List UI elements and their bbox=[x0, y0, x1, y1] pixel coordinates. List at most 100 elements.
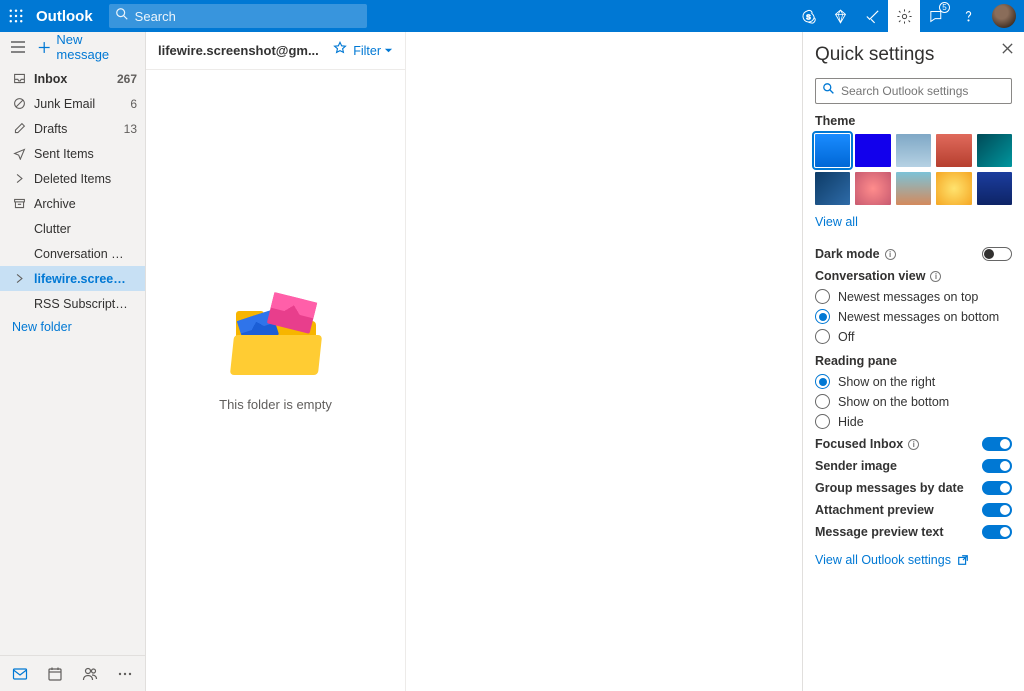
app-launcher-button[interactable] bbox=[0, 0, 32, 32]
folder-count: 267 bbox=[117, 72, 137, 86]
theme-swatch[interactable] bbox=[896, 134, 931, 167]
theme-swatch[interactable] bbox=[815, 172, 850, 205]
info-icon[interactable]: i bbox=[908, 439, 919, 450]
inbox-icon bbox=[12, 72, 26, 85]
radio-label: Show on the bottom bbox=[838, 395, 949, 409]
radio-icon bbox=[815, 374, 830, 389]
header-actions: S 5 bbox=[792, 0, 1024, 32]
mail-module-button[interactable] bbox=[6, 660, 33, 688]
help-button[interactable] bbox=[952, 0, 984, 32]
folder-item[interactable]: Junk Email6 bbox=[0, 91, 145, 116]
reading-pane-option[interactable]: Hide bbox=[815, 414, 1012, 429]
setting-toggle[interactable] bbox=[982, 437, 1012, 451]
setting-toggle[interactable] bbox=[982, 459, 1012, 473]
theme-swatch[interactable] bbox=[977, 172, 1012, 205]
info-icon[interactable]: i bbox=[930, 271, 941, 282]
toggle-label: Focused Inbox bbox=[815, 437, 903, 451]
conversation-view-option[interactable]: Newest messages on top bbox=[815, 289, 1012, 304]
people-module-button[interactable] bbox=[77, 660, 104, 688]
brand-label: Outlook bbox=[32, 8, 105, 25]
info-icon[interactable]: i bbox=[885, 249, 896, 260]
more-modules-button[interactable] bbox=[112, 660, 139, 688]
radio-label: Newest messages on bottom bbox=[838, 310, 999, 324]
search-icon bbox=[115, 7, 129, 26]
favorite-toggle[interactable] bbox=[333, 41, 347, 60]
search-icon bbox=[822, 82, 835, 100]
theme-swatch[interactable] bbox=[815, 134, 850, 167]
folder-label: Archive bbox=[34, 197, 129, 211]
theme-section-label: Theme bbox=[815, 114, 1012, 128]
folder-count: 13 bbox=[124, 122, 137, 136]
sent-icon bbox=[12, 147, 26, 160]
folder-item[interactable]: New folder bbox=[0, 320, 80, 345]
reading-pane-option[interactable]: Show on the bottom bbox=[815, 394, 1012, 409]
folder-item[interactable]: Inbox 267 bbox=[0, 66, 145, 91]
setting-toggle[interactable] bbox=[982, 525, 1012, 539]
folder-label: Sent Items bbox=[34, 147, 129, 161]
folder-label: Inbox bbox=[34, 72, 109, 86]
draft-icon bbox=[12, 122, 26, 135]
folder-item[interactable]: lifewire.screensho... bbox=[0, 266, 145, 291]
dark-mode-toggle[interactable] bbox=[982, 247, 1012, 261]
search-input[interactable] bbox=[135, 9, 361, 24]
todo-button[interactable] bbox=[856, 0, 888, 32]
chevron-icon bbox=[12, 272, 26, 285]
notifications-button[interactable]: 5 bbox=[920, 0, 952, 32]
close-panel-button[interactable] bbox=[1001, 42, 1014, 60]
sidebar: New message Inbox 267 Junk Email6Drafts13 S… bbox=[0, 32, 146, 691]
theme-swatch[interactable] bbox=[896, 172, 931, 205]
view-all-themes-link[interactable]: View all bbox=[815, 215, 858, 229]
folder-item[interactable]: Archive bbox=[0, 191, 145, 216]
radio-icon bbox=[815, 329, 830, 344]
svg-text:S: S bbox=[806, 13, 811, 21]
theme-swatch[interactable] bbox=[936, 172, 971, 205]
empty-state: This folder is empty bbox=[146, 70, 405, 691]
folder-item[interactable]: Clutter bbox=[0, 216, 145, 241]
setting-toggle[interactable] bbox=[982, 503, 1012, 517]
archive-icon bbox=[12, 197, 26, 210]
message-list-column: lifewire.screenshot@gm... Filter This fo… bbox=[146, 32, 406, 691]
account-avatar[interactable] bbox=[992, 4, 1016, 28]
setting-toggle[interactable] bbox=[982, 481, 1012, 495]
folder-item[interactable]: Sent Items bbox=[0, 141, 145, 166]
radio-label: Newest messages on top bbox=[838, 290, 978, 304]
filter-dropdown[interactable]: Filter bbox=[353, 44, 393, 58]
radio-icon bbox=[815, 309, 830, 324]
settings-search bbox=[815, 78, 1012, 104]
radio-label: Hide bbox=[838, 415, 864, 429]
radio-icon bbox=[815, 394, 830, 409]
module-switcher bbox=[0, 655, 145, 691]
theme-swatch[interactable] bbox=[936, 134, 971, 167]
view-all-settings-link[interactable]: View all Outlook settings bbox=[815, 553, 951, 567]
settings-search-input[interactable] bbox=[841, 84, 1005, 98]
toggle-label: Attachment preview bbox=[815, 503, 934, 517]
reading-pane-option[interactable]: Show on the right bbox=[815, 374, 1012, 389]
folder-count: 6 bbox=[130, 97, 137, 111]
new-message-label: New message bbox=[56, 32, 135, 62]
theme-swatch[interactable] bbox=[855, 172, 890, 205]
search-bar bbox=[109, 4, 367, 28]
premium-button[interactable] bbox=[824, 0, 856, 32]
conversation-view-option[interactable]: Off bbox=[815, 329, 1012, 344]
folder-label: Deleted Items bbox=[34, 172, 129, 186]
hamburger-button[interactable] bbox=[10, 39, 26, 55]
theme-swatch[interactable] bbox=[977, 134, 1012, 167]
settings-button[interactable] bbox=[888, 0, 920, 32]
calendar-module-button[interactable] bbox=[41, 660, 68, 688]
theme-swatch[interactable] bbox=[855, 134, 890, 167]
radio-label: Off bbox=[838, 330, 854, 344]
folder-item[interactable]: Drafts13 bbox=[0, 116, 145, 141]
panel-title: Quick settings bbox=[815, 44, 1012, 66]
radio-icon bbox=[815, 289, 830, 304]
folder-item[interactable]: Deleted Items bbox=[0, 166, 145, 191]
folder-item[interactable]: RSS Subscriptions bbox=[0, 291, 145, 316]
conversation-view-option[interactable]: Newest messages on bottom bbox=[815, 309, 1012, 324]
new-message-button[interactable]: New message bbox=[38, 32, 135, 62]
folder-item[interactable]: Conversation Hist... bbox=[0, 241, 145, 266]
popout-icon bbox=[957, 554, 969, 566]
folder-label: Conversation Hist... bbox=[34, 247, 129, 261]
dark-mode-label: Dark mode bbox=[815, 247, 880, 261]
skype-button[interactable]: S bbox=[792, 0, 824, 32]
filter-label: Filter bbox=[353, 44, 381, 58]
folder-label: Clutter bbox=[34, 222, 129, 236]
